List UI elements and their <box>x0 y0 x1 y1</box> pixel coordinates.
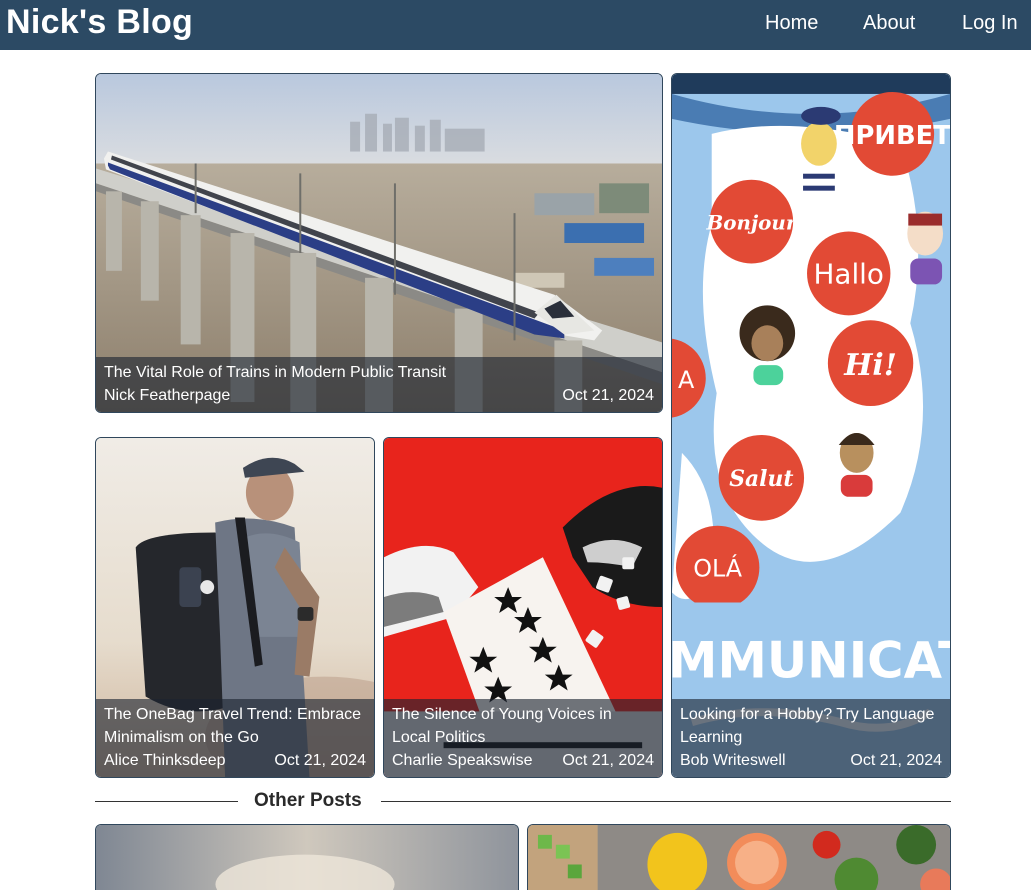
post-author: Alice Thinksdeep <box>104 752 226 769</box>
divider-right <box>381 801 951 802</box>
food-photo <box>528 825 950 890</box>
post-title[interactable]: Looking for a Hobby? Try Language Learni… <box>680 703 942 749</box>
greeting-hi: Hi! <box>843 348 897 383</box>
greeting-bonjour: Bonjour <box>706 211 798 235</box>
card-caption: The Vital Role of Trains in Modern Publi… <box>96 357 662 412</box>
greeting-salut: Salut <box>729 466 793 492</box>
other-posts-header: Other Posts <box>95 790 951 814</box>
section-title-text: Other Posts <box>246 790 370 811</box>
sky-photo <box>96 825 518 890</box>
featured-post-card-travel[interactable]: The OneBag Travel Trend: Embrace Minimal… <box>95 437 375 778</box>
nav-login-link[interactable]: Log In <box>962 12 1018 35</box>
nav-home-link[interactable]: Home <box>765 12 818 35</box>
section-title: Other Posts <box>246 790 370 812</box>
post-title[interactable]: The Silence of Young Voices in Local Pol… <box>392 703 654 749</box>
post-date: Oct 21, 2024 <box>850 752 942 769</box>
card-caption: The Silence of Young Voices in Local Pol… <box>384 699 662 777</box>
post-meta: Charlie Speakswise Oct 21, 2024 <box>392 749 654 772</box>
nav-about-link[interactable]: About <box>863 12 915 35</box>
greeting-partial: A <box>678 366 695 394</box>
card-caption: The OneBag Travel Trend: Embrace Minimal… <box>96 699 374 777</box>
post-date: Oct 21, 2024 <box>562 387 654 404</box>
top-navbar: Nick's Blog Home About Log In <box>0 0 1031 50</box>
post-meta: Nick Featherpage Oct 21, 2024 <box>104 384 654 407</box>
other-post-card-2[interactable] <box>527 824 951 890</box>
communication-banner: MMUNICATIO <box>672 631 950 689</box>
divider-left <box>95 801 238 802</box>
post-date: Oct 21, 2024 <box>562 752 654 769</box>
post-author: Nick Featherpage <box>104 387 231 404</box>
post-title[interactable]: The Vital Role of Trains in Modern Publi… <box>104 361 654 384</box>
featured-post-card-hobby[interactable]: ПРИВЕТ Bonjour Hallo Hi! Salut OLÁ A MMU… <box>671 73 951 778</box>
post-date: Oct 21, 2024 <box>274 752 366 769</box>
featured-post-card-politics[interactable]: The Silence of Young Voices in Local Pol… <box>383 437 663 778</box>
post-title[interactable]: The OneBag Travel Trend: Embrace Minimal… <box>104 703 366 749</box>
post-meta: Alice Thinksdeep Oct 21, 2024 <box>104 749 366 772</box>
post-author: Charlie Speakswise <box>392 752 533 769</box>
language-illustration: ПРИВЕТ Bonjour Hallo Hi! Salut OLÁ A MMU… <box>672 74 950 777</box>
site-brand[interactable]: Nick's Blog <box>6 3 193 42</box>
other-post-card-1[interactable] <box>95 824 519 890</box>
post-author: Bob Writeswell <box>680 752 786 769</box>
card-caption: Looking for a Hobby? Try Language Learni… <box>672 699 950 777</box>
greeting-privet: ПРИВЕТ <box>834 121 950 151</box>
featured-post-card-trains[interactable]: The Vital Role of Trains in Modern Publi… <box>95 73 663 413</box>
greeting-ola: OLÁ <box>693 554 743 583</box>
post-meta: Bob Writeswell Oct 21, 2024 <box>680 749 942 772</box>
greeting-hallo: Hallo <box>814 257 884 290</box>
